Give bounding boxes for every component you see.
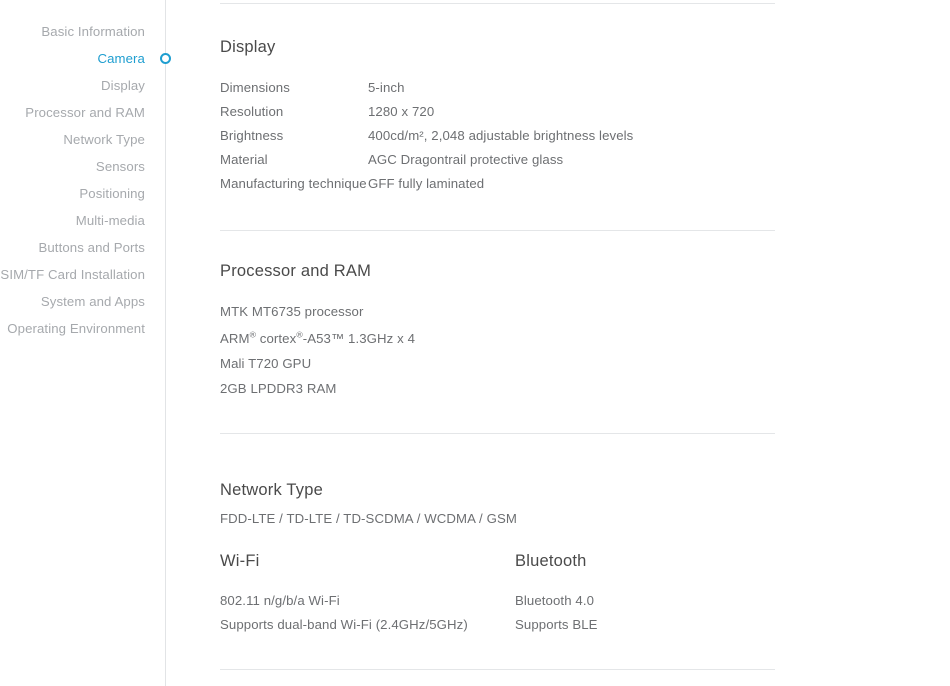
section-heading-display: Display	[220, 38, 276, 56]
spec-label: Dimensions	[220, 80, 290, 95]
section-heading-bluetooth: Bluetooth	[515, 552, 587, 570]
nav-item-label: System and Apps	[40, 294, 145, 309]
spec-label: Brightness	[220, 128, 284, 143]
spec-label: Resolution	[220, 104, 284, 119]
sidebar-item-camera[interactable]: Camera	[0, 45, 171, 72]
sidebar-item-sensors[interactable]: Sensors	[0, 153, 145, 180]
nav-item-label: Buttons and Ports	[38, 240, 145, 255]
sidebar-item-network-type[interactable]: Network Type	[0, 126, 145, 153]
arm-prefix: ARM	[220, 331, 250, 346]
nav-item-label: Processor and RAM	[25, 105, 145, 120]
spec-value: AGC Dragontrail protective glass	[368, 152, 564, 167]
bluetooth-line-ble: Supports BLE	[515, 617, 598, 632]
sidebar-item-basic-information[interactable]: Basic Information	[0, 18, 145, 45]
nav-item-label: SIM/TF Card Installation	[0, 267, 145, 282]
sidebar-item-buttons-and-ports[interactable]: Buttons and Ports	[0, 234, 145, 261]
sidebar-item-system-and-apps[interactable]: System and Apps	[0, 288, 145, 315]
nav-item-list: Basic Information Camera Display Process…	[0, 18, 171, 342]
nav-item-label: Operating Environment	[7, 321, 145, 336]
spec-label: Manufacturing technique	[220, 176, 367, 191]
section-heading-wifi: Wi-Fi	[220, 552, 260, 570]
spec-row-resolution: Resolution 1280 x 720	[220, 104, 434, 119]
section-divider-bottom	[220, 669, 775, 670]
section-heading-network-type: Network Type	[220, 481, 323, 499]
spec-value: 5-inch	[368, 80, 405, 95]
spec-label: Material	[220, 152, 268, 167]
sidebar-item-processor-and-ram[interactable]: Processor and RAM	[0, 99, 145, 126]
network-type-value: FDD-LTE / TD-LTE / TD-SCDMA / WCDMA / GS…	[220, 511, 517, 526]
nav-item-label: Sensors	[95, 159, 145, 174]
sidebar-item-display[interactable]: Display	[0, 72, 145, 99]
processor-line-gpu: Mali T720 GPU	[220, 356, 312, 371]
spec-value: 1280 x 720	[368, 104, 435, 119]
section-heading-processor-and-ram: Processor and RAM	[220, 262, 372, 280]
nav-item-label: Camera	[97, 51, 145, 66]
sidebar-navigation: Basic Information Camera Display Process…	[0, 0, 171, 686]
sidebar-item-positioning[interactable]: Positioning	[0, 180, 145, 207]
spec-row-brightness: Brightness 400cd/m², 2,048 adjustable bri…	[220, 128, 633, 143]
arm-suffix: -A53™ 1.3GHz x 4	[302, 331, 416, 346]
wifi-line-standards: 802.11 n/g/b/a Wi-Fi	[220, 593, 340, 608]
nav-rail-line	[165, 0, 166, 686]
nav-item-label: Positioning	[79, 186, 145, 201]
spec-page: Basic Information Camera Display Process…	[0, 0, 950, 686]
nav-item-label: Basic Information	[41, 24, 145, 39]
sidebar-item-sim-tf-card-installation[interactable]: SIM/TF Card Installation	[0, 261, 145, 288]
spec-value: GFF fully laminated	[368, 176, 485, 191]
active-indicator-circle-icon	[160, 53, 171, 64]
processor-line-arm: ARM® cortex®-A53™ 1.3GHz x 4	[220, 330, 416, 346]
arm-mid: cortex	[256, 331, 297, 346]
spec-row-dimensions: Dimensions 5-inch	[220, 80, 405, 95]
nav-item-label: Multi-media	[75, 213, 145, 228]
sidebar-item-multi-media[interactable]: Multi-media	[0, 207, 145, 234]
nav-item-label: Display	[101, 78, 145, 93]
spec-row-material: Material AGC Dragontrail protective glass	[220, 152, 563, 167]
nav-item-label: Network Type	[63, 132, 145, 147]
processor-line-ram: 2GB LPDDR3 RAM	[220, 381, 337, 396]
sidebar-item-operating-environment[interactable]: Operating Environment	[0, 315, 145, 342]
section-divider-processor	[220, 433, 775, 434]
spec-value: 400cd/m², 2,048 adjustable brightness le…	[368, 128, 634, 143]
bluetooth-line-version: Bluetooth 4.0	[515, 593, 595, 608]
processor-line-mtk: MTK MT6735 processor	[220, 304, 364, 319]
section-divider-top	[220, 3, 775, 4]
wifi-line-dual-band: Supports dual-band Wi-Fi (2.4GHz/5GHz)	[220, 617, 468, 632]
spec-content: Display Dimensions 5-inch Resolution 1280 …	[220, 0, 950, 686]
spec-row-manufacturing-technique: Manufacturing techniqueGFF fully laminat…	[220, 176, 484, 191]
section-divider-display	[220, 230, 775, 231]
